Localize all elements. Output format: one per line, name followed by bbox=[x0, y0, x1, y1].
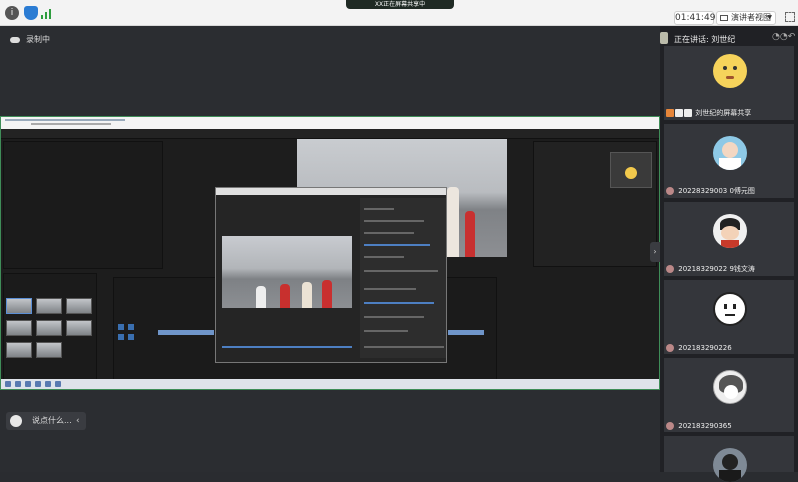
participant-tile[interactable]: 202183290365 bbox=[664, 358, 794, 432]
shared-editor-toolbar bbox=[1, 129, 659, 139]
participant-tile[interactable]: 20218329022 9钱文涛 bbox=[664, 202, 794, 276]
participant-name: 202183290365 bbox=[678, 422, 732, 430]
screen-share-area: 录制中 说点什么... ‹ › bbox=[0, 26, 660, 472]
security-shield-icon[interactable] bbox=[24, 6, 38, 20]
avatar bbox=[713, 370, 747, 404]
speaker-view-icon bbox=[720, 15, 728, 21]
participant-name-bar: 202183290226 bbox=[666, 344, 732, 352]
collapse-sidebar-button[interactable]: › bbox=[650, 242, 660, 262]
chat-placeholder: 说点什么... bbox=[32, 416, 72, 425]
speaker-view-label: 演讲者视图 bbox=[731, 13, 771, 22]
share-icon bbox=[666, 109, 674, 117]
meeting-title: XX正在屏幕共享中 bbox=[346, 0, 454, 9]
shared-source-panel bbox=[3, 141, 163, 269]
participant-name-bar: 202183290365 bbox=[666, 422, 732, 430]
avatar bbox=[713, 292, 747, 326]
participant-name: 202183290226 bbox=[678, 344, 732, 352]
speaker-view-button[interactable]: 演讲者视图 ▼ bbox=[716, 11, 776, 25]
participant-mini-avatar bbox=[666, 265, 674, 273]
speaker-avatar bbox=[660, 32, 668, 44]
participant-name: 20228329003 0傅元图 bbox=[678, 187, 755, 195]
participant-name: 刘世纪的屏幕共享 bbox=[695, 109, 752, 117]
mic-icon bbox=[684, 109, 692, 117]
info-icon[interactable]: i bbox=[5, 6, 19, 20]
avatar bbox=[713, 448, 747, 482]
recording-label: 录制中 bbox=[26, 35, 50, 44]
meeting-timer: 01:41:49 bbox=[674, 11, 716, 25]
avatar bbox=[713, 54, 747, 88]
participant-name-bar: 刘世纪的屏幕共享 bbox=[666, 108, 751, 118]
shared-taskbar bbox=[1, 379, 659, 389]
avatar bbox=[713, 214, 747, 248]
cloud-record-icon bbox=[10, 36, 20, 43]
network-signal-icon[interactable] bbox=[40, 6, 54, 20]
speaking-indicator: 正在讲话: 刘世纪 bbox=[674, 35, 736, 44]
participant-tile[interactable] bbox=[664, 436, 794, 482]
participant-sidebar: 正在讲话: 刘世纪 ◔◔↶ 刘世纪的屏幕共享 20228329003 0傅元图 bbox=[660, 26, 798, 482]
chevron-down-icon: ▼ bbox=[767, 14, 772, 21]
participant-mini-avatar bbox=[666, 344, 674, 352]
shared-export-dialog bbox=[215, 187, 447, 363]
avatar bbox=[713, 136, 747, 170]
recording-indicator: 录制中 bbox=[10, 34, 50, 45]
camera-icon bbox=[675, 109, 683, 117]
chevron-left-icon[interactable]: ‹ bbox=[76, 412, 80, 430]
top-bar: i XX正在屏幕共享中 01:41:49 演讲者视图 ▼ bbox=[0, 0, 798, 26]
participant-mini-avatar bbox=[666, 187, 674, 195]
participant-tile[interactable]: 202183290226 bbox=[664, 280, 794, 354]
fullscreen-icon[interactable] bbox=[785, 12, 795, 22]
shared-effects-panel bbox=[533, 141, 657, 267]
shared-browser-bar bbox=[1, 117, 659, 129]
shared-project-bin bbox=[3, 273, 97, 389]
participant-name-bar: 20218329022 9钱文涛 bbox=[666, 264, 755, 274]
participant-name: 20218329022 9钱文涛 bbox=[678, 265, 755, 273]
participant-tile[interactable]: 刘世纪的屏幕共享 bbox=[664, 46, 794, 120]
chat-input[interactable]: 说点什么... ‹ bbox=[6, 412, 86, 430]
emoji-icon[interactable] bbox=[10, 415, 22, 427]
participant-tile[interactable]: 20228329003 0傅元图 bbox=[664, 124, 794, 198]
participant-name-bar: 20228329003 0傅元图 bbox=[666, 186, 755, 196]
shared-screen-content bbox=[0, 116, 660, 390]
sidebar-controls[interactable]: ◔◔↶ bbox=[772, 32, 795, 42]
participant-mini-avatar bbox=[666, 422, 674, 430]
